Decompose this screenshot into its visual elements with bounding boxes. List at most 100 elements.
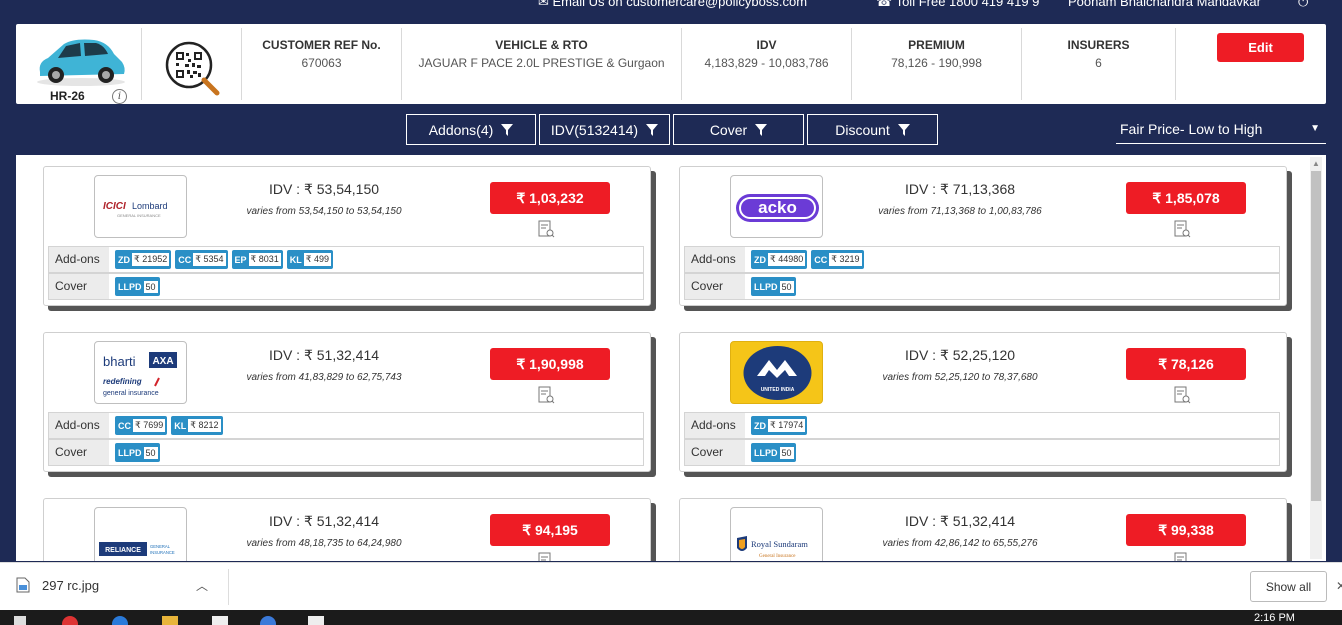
insurer-logo: acko	[730, 175, 823, 238]
start-icon[interactable]	[14, 616, 26, 625]
taskbar: 2:16 PM	[0, 610, 1342, 625]
downloads-bar: 297 rc.jpg ︿ Show all ✕	[0, 562, 1342, 610]
svg-text:bharti: bharti	[103, 354, 136, 369]
buy-premium-button[interactable]: ₹ 1,90,998	[490, 348, 610, 380]
buy-premium-button[interactable]: ₹ 99,338	[1126, 514, 1246, 546]
idv-cell: IDV 4,183,829 - 10,083,786	[682, 28, 852, 100]
user-name[interactable]: Poonam Bhalchandra Mandavkar	[1068, 0, 1261, 9]
addon-chip[interactable]: EP ₹ 8031	[231, 250, 283, 269]
addons-row: Add-ons ZD ₹ 17974	[684, 412, 1280, 439]
quote-idv: IDV : ₹ 51,32,414	[268, 347, 380, 363]
quote-summary-header: HR-26 i CUSTOMER REF No. 670063 VEHICLE …	[16, 24, 1326, 104]
sort-select[interactable]: Fair Price- Low to High ▼	[1116, 116, 1326, 144]
filter-icon	[501, 123, 514, 136]
addon-chip[interactable]: CC ₹ 3219	[811, 250, 864, 269]
svg-text:Lombard: Lombard	[132, 201, 168, 211]
image-file-icon	[16, 577, 30, 593]
show-all-button[interactable]: Show all	[1250, 571, 1327, 602]
premium-breakup-icon[interactable]	[1173, 220, 1191, 238]
browser-icon[interactable]	[62, 616, 78, 625]
svg-text:Royal Sundaram: Royal Sundaram	[751, 539, 808, 549]
buy-premium-button[interactable]: ₹ 1,03,232	[490, 182, 610, 214]
folder-icon[interactable]	[162, 616, 178, 625]
app-icon[interactable]	[260, 616, 276, 625]
premium-breakup-icon[interactable]	[1173, 552, 1191, 561]
quote-card: Royal Sundaram General Insurance IDV : ₹…	[679, 498, 1287, 561]
cover-filter-button[interactable]: Cover	[673, 114, 804, 145]
addons-row: Add-ons CC ₹ 7699 KL ₹ 8212	[48, 412, 644, 439]
chevron-down-icon: ▼	[1310, 123, 1320, 134]
bharti-axa-logo: bharti AXA redefining general insurance	[103, 352, 177, 397]
idv-title: IDV	[756, 38, 777, 52]
cover-chip[interactable]: LLPD 50	[115, 443, 160, 462]
premium-breakup-icon[interactable]	[537, 220, 555, 238]
royal-sundaram-logo: Royal Sundaram General Insurance	[737, 536, 808, 559]
reliance-logo: RELIANCE GENERAL INSURANCE	[99, 542, 175, 556]
quote-card: bharti AXA redefining general insurance …	[43, 332, 651, 472]
scrollbar-thumb[interactable]	[1311, 171, 1321, 501]
cover-row-label: Cover	[685, 274, 745, 299]
addon-chip[interactable]: KL ₹ 8212	[171, 416, 223, 435]
quote-card: UNITED INDIA IDV : ₹ 52,25,120 varies fr…	[679, 332, 1287, 472]
power-icon[interactable]: ⏻	[1298, 0, 1308, 10]
buy-premium-button[interactable]: ₹ 78,126	[1126, 348, 1246, 380]
buy-premium-button[interactable]: ₹ 94,195	[490, 514, 610, 546]
sort-selected-value: Fair Price- Low to High	[1120, 121, 1263, 137]
addon-chip[interactable]: CC ₹ 5354	[175, 250, 228, 269]
icici-lombard-logo: ICICI Lombard GENERAL INSURANCE	[103, 201, 168, 218]
app-icon[interactable]	[212, 616, 228, 625]
addons-row-label: Add-ons	[49, 413, 109, 438]
app-icon[interactable]	[112, 616, 128, 625]
cover-row-label: Cover	[685, 440, 745, 465]
insurers-cell: INSURERS 6	[1022, 28, 1176, 100]
premium-breakup-icon[interactable]	[537, 386, 555, 404]
quote-idv-range: varies from 71,13,368 to 1,00,83,786	[878, 206, 1042, 217]
quote-idv: IDV : ₹ 71,13,368	[904, 181, 1016, 197]
discount-filter-label: Discount	[835, 121, 890, 138]
addon-chip[interactable]: ZD ₹ 17974	[751, 416, 808, 435]
chevron-up-icon[interactable]: ︿	[196, 577, 208, 594]
download-item[interactable]: 297 rc.jpg	[16, 577, 99, 593]
discount-filter-button[interactable]: Discount	[807, 114, 938, 145]
addon-chip[interactable]: ZD ₹ 44980	[751, 250, 808, 269]
svg-text:ICICI: ICICI	[103, 201, 126, 212]
svg-text:general insurance: general insurance	[103, 390, 159, 397]
email-link[interactable]: ✉ Email Us on customercare@policyboss.co…	[538, 0, 807, 10]
addon-chip[interactable]: CC ₹ 7699	[115, 416, 168, 435]
filter-icon	[897, 123, 910, 136]
vehicle-rto-value: JAGUAR F PACE 2.0L PRESTIGE & Gurgaon	[418, 56, 665, 70]
premium-breakup-icon[interactable]	[1173, 386, 1191, 404]
insurers-title: INSURERS	[1067, 38, 1130, 52]
cover-row: Cover LLPD 50	[684, 273, 1280, 300]
addons-filter-label: Addons(4)	[428, 121, 494, 138]
app-icon[interactable]	[308, 616, 324, 625]
quote-idv: IDV : ₹ 52,25,120	[904, 347, 1016, 363]
united-india-logo: UNITED INDIA	[743, 346, 812, 400]
premium-breakup-icon[interactable]	[537, 552, 555, 561]
filter-icon	[755, 123, 768, 136]
cover-chip[interactable]: LLPD 50	[751, 443, 796, 462]
addon-chip[interactable]: KL ₹ 499	[286, 250, 334, 269]
svg-text:redefining: redefining	[103, 377, 142, 386]
idv-filter-button[interactable]: IDV(5132414)	[539, 114, 670, 145]
scroll-up-icon[interactable]: ▲	[1312, 159, 1320, 168]
cover-row: Cover LLPD 50	[684, 439, 1280, 466]
customer-ref-cell: CUSTOMER REF No. 670063	[242, 28, 402, 100]
quotes-results-panel: ICICI Lombard GENERAL INSURANCE IDV : ₹ …	[16, 155, 1326, 561]
close-icon[interactable]: ✕	[1336, 579, 1342, 593]
addons-filter-button[interactable]: Addons(4)	[406, 114, 536, 145]
buy-premium-button[interactable]: ₹ 1,85,078	[1126, 182, 1246, 214]
addon-chip[interactable]: ZD ₹ 21952	[115, 250, 172, 269]
quote-idv-range: varies from 52,25,120 to 78,37,680	[882, 372, 1038, 383]
quote-card: acko IDV : ₹ 71,13,368 varies from 71,13…	[679, 166, 1287, 306]
qr-scan-icon[interactable]	[164, 40, 220, 96]
quote-idv-range: varies from 48,18,735 to 64,24,980	[246, 538, 402, 549]
edit-button[interactable]: Edit	[1217, 33, 1304, 62]
cover-chip[interactable]: LLPD 50	[751, 277, 796, 296]
premium-range-value: 78,126 - 190,998	[891, 56, 982, 70]
cover-chip[interactable]: LLPD 50	[115, 277, 160, 296]
filter-icon	[646, 123, 659, 136]
quote-idv-range: varies from 53,54,150 to 53,54,150	[246, 206, 402, 217]
download-filename: 297 rc.jpg	[42, 577, 100, 593]
quote-idv-range: varies from 41,83,829 to 62,75,743	[246, 372, 402, 383]
